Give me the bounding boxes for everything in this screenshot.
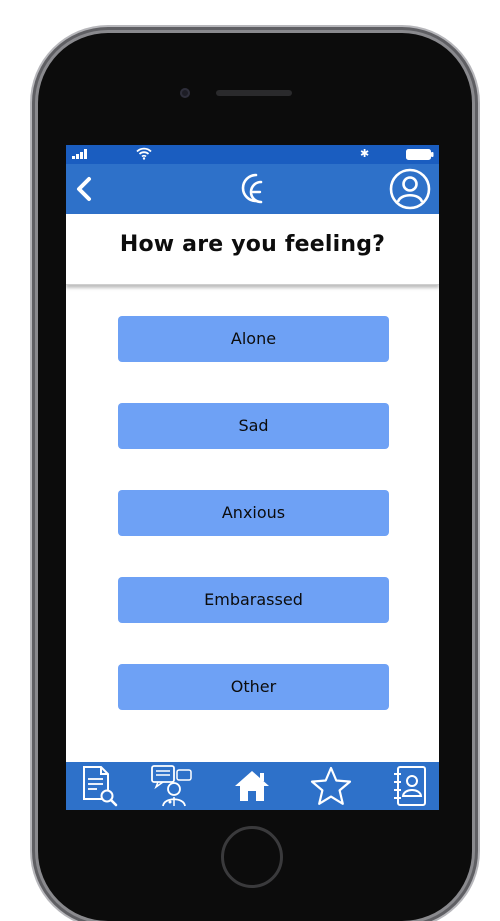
tab-contacts[interactable] bbox=[388, 764, 432, 808]
home-icon bbox=[235, 771, 269, 801]
option-embarassed-button[interactable]: Embarassed bbox=[118, 577, 389, 623]
option-other-button[interactable]: Other bbox=[118, 664, 389, 710]
phone-screen: ✱ How are you feeling? Alone Sad Anxious… bbox=[66, 145, 439, 810]
tab-favorites[interactable] bbox=[309, 764, 353, 808]
option-alone-button[interactable]: Alone bbox=[118, 316, 389, 362]
tab-chat[interactable] bbox=[150, 764, 194, 808]
star-icon bbox=[310, 766, 352, 805]
nav-bar bbox=[66, 164, 439, 214]
feeling-options: Alone Sad Anxious Embarassed Other bbox=[118, 316, 389, 751]
wifi-icon bbox=[136, 147, 152, 160]
option-anxious-button[interactable]: Anxious bbox=[118, 490, 389, 536]
document-search-icon bbox=[83, 766, 118, 807]
bluetooth-icon: ✱ bbox=[360, 147, 370, 160]
front-camera bbox=[180, 88, 190, 98]
battery-icon bbox=[406, 149, 434, 160]
contacts-book-icon bbox=[394, 766, 426, 806]
page-header: How are you feeling? bbox=[66, 214, 439, 285]
status-bar: ✱ bbox=[66, 145, 439, 164]
user-circle-icon[interactable] bbox=[389, 168, 431, 210]
signal-icon bbox=[72, 149, 87, 159]
page-title: How are you feeling? bbox=[119, 232, 386, 257]
chevron-left-icon[interactable] bbox=[74, 176, 94, 202]
mockup-stage: ✱ How are you feeling? Alone Sad Anxious… bbox=[0, 0, 500, 921]
option-sad-button[interactable]: Sad bbox=[118, 403, 389, 449]
bottom-tab-bar bbox=[66, 762, 439, 810]
chat-doctor-icon bbox=[151, 765, 192, 807]
app-logo-icon bbox=[241, 173, 263, 204]
home-hardware-button[interactable] bbox=[221, 826, 283, 888]
tab-home[interactable] bbox=[230, 764, 274, 808]
tab-documents[interactable] bbox=[78, 764, 122, 808]
earpiece-speaker bbox=[216, 90, 292, 96]
